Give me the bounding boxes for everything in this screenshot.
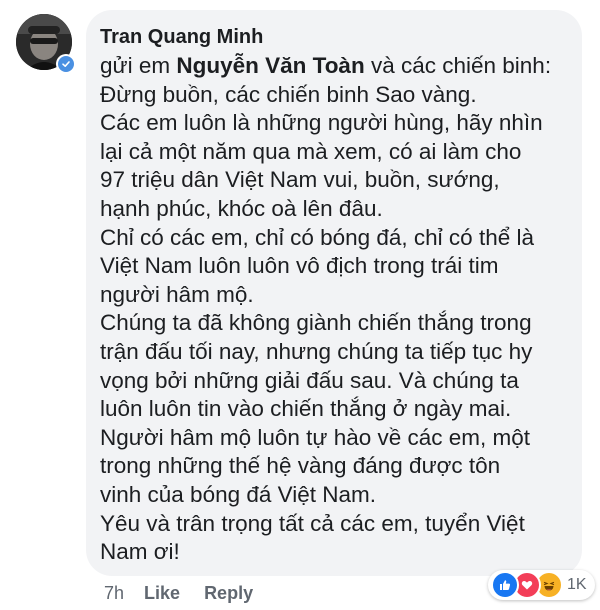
mention-link[interactable]: Nguyễn Văn Toàn: [176, 53, 364, 78]
comment-timestamp[interactable]: 7h: [104, 583, 124, 604]
comment-line: Các em luôn là những người hùng, hãy nhì…: [100, 110, 543, 136]
avatar-container[interactable]: [16, 14, 76, 74]
comment-line: gửi em Nguyễn Văn Toàn và các chiến binh…: [100, 52, 566, 81]
comment-line: lại cả một năm qua mà xem, có ai làm cho: [100, 138, 522, 164]
comment-line: Người hâm mộ luôn tự hào về các em, một: [100, 424, 531, 450]
comment-line: vọng bởi những giải đấu sau. Và chúng ta: [100, 367, 519, 393]
reactions-summary[interactable]: 1K: [488, 570, 595, 600]
comment-line: Nam ơi!: [100, 539, 180, 565]
comment-line: 97 triệu dân Việt Nam vui, buồn, sướng,: [100, 167, 500, 193]
comment-line: vinh của bóng đá Việt Nam.: [100, 481, 377, 507]
comment-text: gửi em: [100, 53, 177, 78]
like-button[interactable]: Like: [144, 583, 180, 604]
comment-line: Yêu và trân trọng tất cả các em, tuyển V…: [100, 510, 525, 536]
comment-line: Đừng buồn, các chiến binh Sao vàng.: [100, 81, 477, 107]
comment-line: trong những thế hệ vàng đáng được tôn: [100, 453, 501, 479]
verified-badge: [56, 54, 76, 74]
reaction-count: 1K: [567, 576, 587, 593]
comment-line: Chỉ có các em, chỉ có bóng đá, chỉ có th…: [100, 224, 534, 250]
reply-button[interactable]: Reply: [204, 583, 253, 604]
comment-line: hạnh phúc, khóc oà lên đâu.: [100, 195, 383, 221]
comment-text: và các chiến binh:: [364, 53, 552, 78]
comment-line: luôn luôn tin vào chiến thắng ở ngày mai…: [100, 396, 512, 422]
comment-line: trận đấu tối nay, nhưng chúng ta tiếp tụ…: [100, 338, 533, 364]
comment-line: Chúng ta đã không giành chiến thắng tron…: [100, 310, 532, 336]
comment-bubble: Tran Quang Minh gửi em Nguyễn Văn Toàn v…: [86, 10, 582, 576]
comment-body: gửi em Nguyễn Văn Toàn và các chiến binh…: [100, 52, 566, 567]
comment-line: Việt Nam luôn luôn vô địch trong trái ti…: [100, 253, 499, 279]
comment-actions: 7h Like Reply: [104, 580, 277, 606]
comment-author[interactable]: Tran Quang Minh: [100, 24, 566, 50]
like-icon: [491, 571, 519, 599]
check-icon: [58, 56, 74, 72]
comment-line: người hâm mộ.: [100, 281, 254, 307]
